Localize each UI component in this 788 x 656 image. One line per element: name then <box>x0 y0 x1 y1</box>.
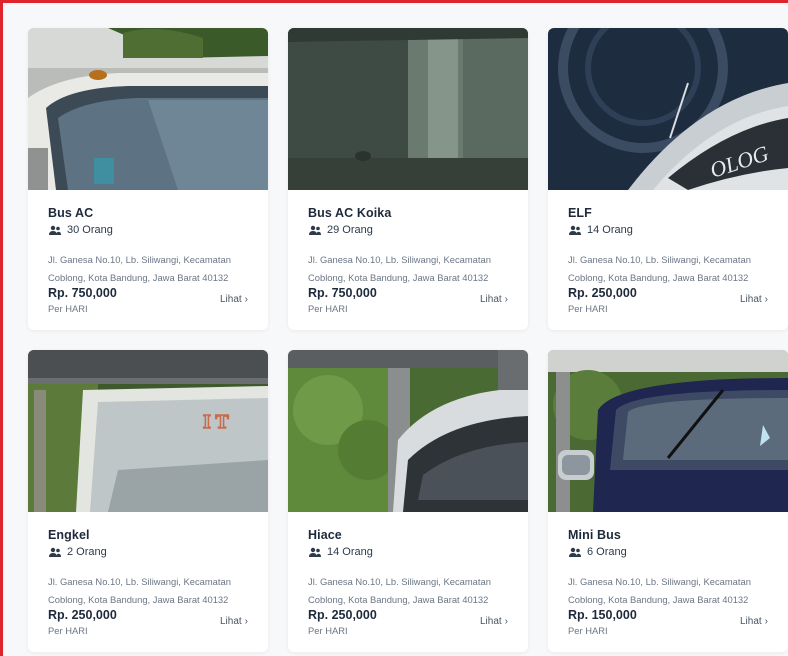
vehicle-listing-frame: Bus AC 30 Orang Jl. Ganesa No.10, Lb. Si… <box>0 0 788 656</box>
capacity: 30 Orang <box>48 224 113 236</box>
vehicle-photo <box>288 350 528 512</box>
chevron-right-icon: › <box>504 294 508 305</box>
vehicle-grid: Bus AC 30 Orang Jl. Ganesa No.10, Lb. Si… <box>3 3 788 656</box>
capacity-text: 6 Orang <box>587 546 627 558</box>
capacity-text: 14 Orang <box>327 546 373 558</box>
vehicle-photo: OLOG <box>548 28 788 190</box>
card-body: Mini Bus 6 Orang Jl. Ganesa No.10, Lb. S… <box>548 512 788 652</box>
view-link-label: Lihat <box>739 616 762 627</box>
capacity: 14 Orang <box>308 546 373 558</box>
capacity: 29 Orang <box>308 224 373 236</box>
vehicle-photo: I T <box>28 350 268 512</box>
vehicle-name: Bus AC <box>48 206 94 220</box>
price-unit: Per HARI <box>48 303 88 314</box>
price-unit: Per HARI <box>308 303 348 314</box>
view-link[interactable]: Lihat › <box>740 616 768 627</box>
address: Jl. Ganesa No.10, Lb. Siliwangi, Kecamat… <box>308 576 491 605</box>
capacity-text: 29 Orang <box>327 224 373 236</box>
view-link[interactable]: Lihat › <box>480 616 508 627</box>
card-body: ELF 14 Orang Jl. Ganesa No.10, Lb. Siliw… <box>548 190 788 330</box>
vehicle-name: Bus AC Koika <box>308 206 392 220</box>
price: Rp. 250,000 <box>48 608 117 622</box>
view-link-label: Lihat <box>479 616 502 627</box>
people-icon <box>49 547 61 557</box>
elf-photo: OLOG <box>548 28 788 190</box>
vehicle-card-elf[interactable]: OLOG ELF 14 Orang Jl. Ganesa No.10, Lb. … <box>548 28 788 330</box>
address: Jl. Ganesa No.10, Lb. Siliwangi, Kecamat… <box>48 576 231 605</box>
view-link[interactable]: Lihat › <box>480 294 508 305</box>
people-icon <box>309 547 321 557</box>
view-link-label: Lihat <box>479 294 502 305</box>
address: Jl. Ganesa No.10, Lb. Siliwangi, Kecamat… <box>48 254 231 283</box>
chevron-right-icon: › <box>244 294 248 305</box>
address: Jl. Ganesa No.10, Lb. Siliwangi, Kecamat… <box>568 576 751 605</box>
price: Rp. 250,000 <box>308 608 377 622</box>
address: Jl. Ganesa No.10, Lb. Siliwangi, Kecamat… <box>308 254 491 283</box>
card-body: Engkel 2 Orang Jl. Ganesa No.10, Lb. Sil… <box>28 512 268 652</box>
capacity: 14 Orang <box>568 224 633 236</box>
card-body: Bus AC 30 Orang Jl. Ganesa No.10, Lb. Si… <box>28 190 268 330</box>
capacity-text: 30 Orang <box>67 224 113 236</box>
people-icon <box>49 225 61 235</box>
people-icon <box>569 225 581 235</box>
view-link[interactable]: Lihat › <box>220 294 248 305</box>
vehicle-card-bus-ac[interactable]: Bus AC 30 Orang Jl. Ganesa No.10, Lb. Si… <box>28 28 268 330</box>
vehicle-photo <box>28 28 268 190</box>
card-body: Bus AC Koika 29 Orang Jl. Ganesa No.10, … <box>288 190 528 330</box>
people-icon <box>569 547 581 557</box>
view-link-label: Lihat <box>739 294 762 305</box>
price-unit: Per HARI <box>308 625 348 636</box>
price-unit: Per HARI <box>568 303 608 314</box>
capacity: 6 Orang <box>568 546 627 558</box>
view-link-label: Lihat <box>219 294 242 305</box>
vehicle-name: ELF <box>568 206 592 220</box>
vehicle-photo <box>288 28 528 190</box>
vehicle-card-hiace[interactable]: Hiace 14 Orang Jl. Ganesa No.10, Lb. Sil… <box>288 350 528 652</box>
chevron-right-icon: › <box>244 616 248 627</box>
price-unit: Per HARI <box>48 625 88 636</box>
mini-bus-photo <box>548 350 788 512</box>
capacity-text: 2 Orang <box>67 546 107 558</box>
view-link[interactable]: Lihat › <box>740 294 768 305</box>
capacity-text: 14 Orang <box>587 224 633 236</box>
card-body: Hiace 14 Orang Jl. Ganesa No.10, Lb. Sil… <box>288 512 528 652</box>
chevron-right-icon: › <box>764 616 768 627</box>
hiace-photo <box>288 350 528 512</box>
bus-ac-photo <box>28 28 268 190</box>
price: Rp. 150,000 <box>568 608 637 622</box>
svg-text:I T: I T <box>203 411 229 433</box>
people-icon <box>309 225 321 235</box>
address: Jl. Ganesa No.10, Lb. Siliwangi, Kecamat… <box>568 254 751 283</box>
price: Rp. 750,000 <box>48 286 117 300</box>
vehicle-name: Mini Bus <box>568 528 621 542</box>
view-link-label: Lihat <box>219 616 242 627</box>
vehicle-name: Hiace <box>308 528 342 542</box>
engkel-photo: I T <box>28 350 268 512</box>
vehicle-card-mini-bus[interactable]: Mini Bus 6 Orang Jl. Ganesa No.10, Lb. S… <box>548 350 788 652</box>
price-unit: Per HARI <box>568 625 608 636</box>
capacity: 2 Orang <box>48 546 107 558</box>
vehicle-name: Engkel <box>48 528 90 542</box>
vehicle-card-bus-ac-koika[interactable]: Bus AC Koika 29 Orang Jl. Ganesa No.10, … <box>288 28 528 330</box>
bus-ac-koika-photo <box>288 28 528 190</box>
chevron-right-icon: › <box>764 294 768 305</box>
view-link[interactable]: Lihat › <box>220 616 248 627</box>
chevron-right-icon: › <box>504 616 508 627</box>
price: Rp. 750,000 <box>308 286 377 300</box>
price: Rp. 250,000 <box>568 286 637 300</box>
vehicle-card-engkel[interactable]: I T Engkel 2 Orang Jl. Ganesa No.10, Lb.… <box>28 350 268 652</box>
vehicle-photo <box>548 350 788 512</box>
